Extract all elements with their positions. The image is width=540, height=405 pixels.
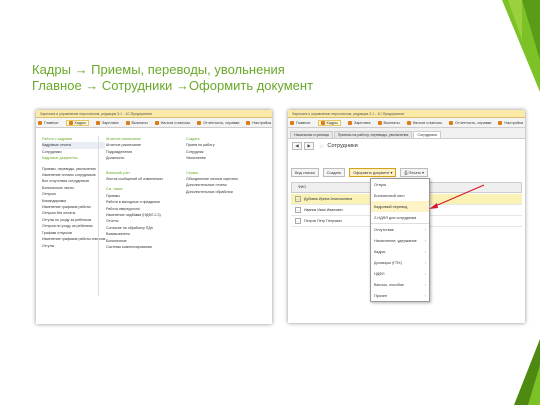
arrow-line [432,184,485,208]
section-icon [68,120,73,125]
section-item[interactable]: Зарплата [95,120,119,125]
window-titlebar: Зарплата и управление персоналом, редакц… [36,110,272,118]
menu-link[interactable]: Системы компенсирования [106,244,163,250]
arrow-head [429,203,438,209]
section-item[interactable]: Настройка [246,120,272,125]
menu-link[interactable]: Листок сообщений об изменениях [106,176,163,182]
section-icon [95,120,100,125]
section-icon [154,120,159,125]
section-label: Выплаты [131,120,148,125]
screenshot-employees-list: Зарплата и управление персоналом, редакц… [288,110,525,323]
section-icon [246,120,251,125]
screenshot-kadry-section: Зарплата и управление персоналом, редакц… [36,110,272,324]
section-icon [197,120,202,125]
sections-bar: Главное Кадры Зарплата Выплаты Налоги и взно… [36,118,272,128]
menu-link[interactable]: Изменение графиков работы списком [42,236,105,242]
menu-link[interactable]: Кадровые документы [42,155,105,161]
menu-link[interactable]: Должности [106,155,163,161]
corner-decoration-top-dark [522,0,540,60]
column-create: Создать Прием на работу Сотрудник Увольнен… [186,136,238,195]
annotation-arrow [429,184,485,209]
section-item[interactable]: Кадры [65,119,89,126]
menu-link[interactable]: Увольнение [186,155,238,161]
section-item[interactable]: Выплаты [125,120,148,125]
section-icon [38,120,42,125]
section-label: Кадры [74,120,86,125]
section-item[interactable]: Отчетность, справки [197,120,240,125]
menu-link[interactable]: Работа в выходные и праздники [106,199,163,205]
section-item[interactable]: Главное [38,120,59,125]
section-item[interactable]: Налоги и взносы [154,120,191,125]
slide-title-line1: Кадры → Приемы, переводы, увольнения [32,62,285,77]
section-label: Настройка [252,120,272,125]
column-staffing: Штатное расписание Штатное расписание Под… [106,136,163,251]
slide-title-line2: Главное → Сотрудники →Оформить документ [32,78,314,93]
corner-decoration-top-light [508,0,522,40]
section-label: Отчетность, справки [203,120,240,125]
section-label: Налоги и взносы [160,120,191,125]
section-label: Главное [44,120,59,125]
corner-decoration-bottom-light [528,365,540,405]
column-personnel: Работа с кадрами Кадровые отчеты Сотрудник… [42,136,106,249]
menu-link[interactable]: Отгулы [42,243,105,249]
menu-link[interactable]: Дополнительные обработки [186,189,238,195]
section-label: Зарплата [101,120,119,125]
column-divider [98,136,99,296]
section-icon [125,120,130,125]
